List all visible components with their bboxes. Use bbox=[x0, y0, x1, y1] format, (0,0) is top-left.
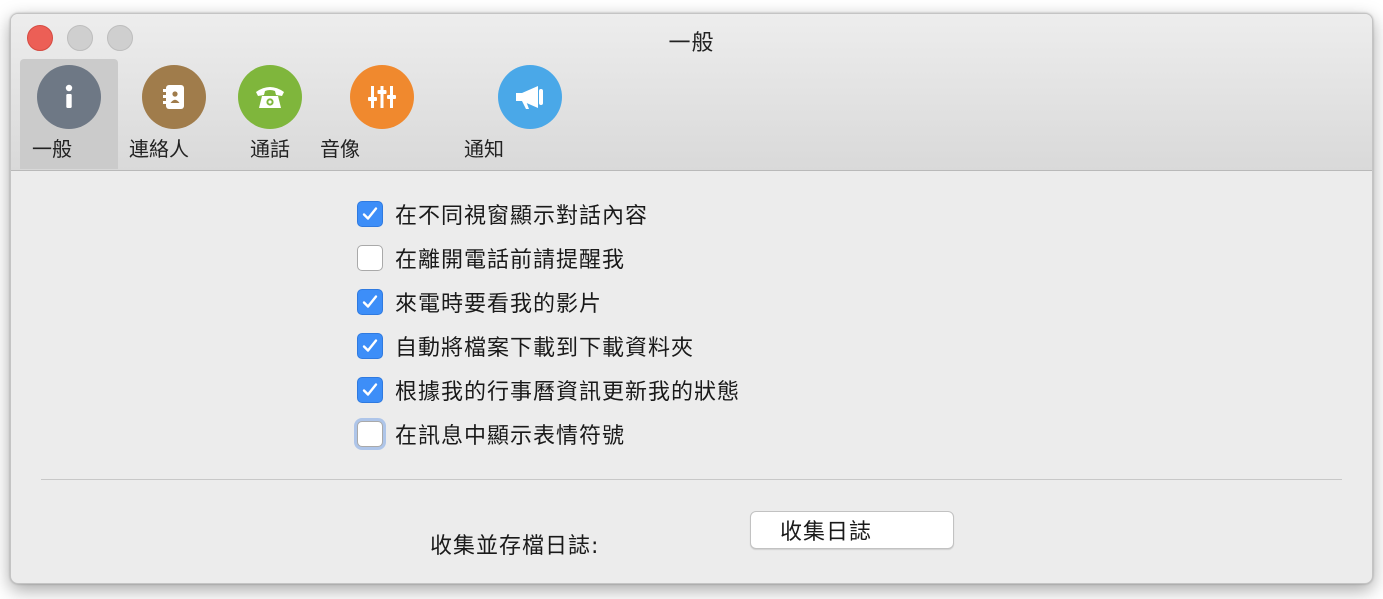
option-label: 來電時要看我的影片 bbox=[395, 292, 603, 317]
option-label: 根據我的行事曆資訊更新我的狀態 bbox=[395, 380, 741, 405]
checkbox-checked[interactable] bbox=[357, 377, 383, 403]
tab-label: 音像 bbox=[320, 137, 360, 161]
checkbox-checked[interactable] bbox=[357, 289, 383, 315]
tab-notifications[interactable]: 通知 bbox=[464, 59, 579, 169]
collect-logs-label: 收集並存檔日誌: bbox=[430, 534, 600, 559]
tab-label: 通知 bbox=[464, 137, 504, 161]
window-title: 一般 bbox=[668, 31, 715, 56]
general-settings-panel: 在不同視窗顯示對話內容 在離開電話前請提醒我 來電時要看我的影片 自動將檔案下載… bbox=[11, 171, 1372, 583]
option-label: 在不同視窗顯示對話內容 bbox=[395, 204, 649, 229]
checkbox-checked[interactable] bbox=[357, 201, 383, 227]
tab-general[interactable]: 一般 bbox=[20, 59, 118, 169]
option-show-emoticons[interactable]: 在訊息中顯示表情符號 bbox=[357, 419, 625, 449]
contacts-book-icon bbox=[142, 65, 206, 129]
checkbox-unchecked[interactable] bbox=[357, 245, 383, 271]
checkbox-checked[interactable] bbox=[357, 333, 383, 359]
tab-label: 一般 bbox=[32, 137, 72, 161]
info-icon bbox=[37, 65, 101, 129]
tab-contacts[interactable]: 連絡人 bbox=[125, 59, 223, 169]
collect-logs-button[interactable]: 收集日誌 bbox=[750, 511, 954, 549]
preferences-window: 一般 一般 連絡人 通話 音像 通知 在不同視窗顯示對話內容 在離開電話前請提醒… bbox=[10, 13, 1373, 584]
sliders-icon bbox=[350, 65, 414, 129]
option-show-my-video[interactable]: 來電時要看我的影片 bbox=[357, 287, 602, 317]
tab-audio-video[interactable]: 音像 bbox=[320, 59, 431, 169]
option-separate-window[interactable]: 在不同視窗顯示對話內容 bbox=[357, 199, 648, 229]
phone-icon bbox=[238, 65, 302, 129]
option-remind-before-leaving[interactable]: 在離開電話前請提醒我 bbox=[357, 243, 625, 273]
option-label: 自動將檔案下載到下載資料夾 bbox=[395, 336, 695, 361]
tab-label: 通話 bbox=[250, 137, 290, 161]
section-divider bbox=[41, 479, 1342, 480]
megaphone-icon bbox=[498, 65, 562, 129]
option-label: 在訊息中顯示表情符號 bbox=[395, 424, 626, 449]
tab-label: 連絡人 bbox=[129, 137, 189, 161]
option-calendar-status[interactable]: 根據我的行事曆資訊更新我的狀態 bbox=[357, 375, 740, 405]
option-label: 在離開電話前請提醒我 bbox=[395, 248, 626, 273]
option-auto-download[interactable]: 自動將檔案下載到下載資料夾 bbox=[357, 331, 694, 361]
tab-calls[interactable]: 通話 bbox=[221, 59, 319, 169]
checkbox-unchecked[interactable] bbox=[357, 421, 383, 447]
toolbar: 一般 一般 連絡人 通話 音像 通知 bbox=[11, 14, 1372, 171]
